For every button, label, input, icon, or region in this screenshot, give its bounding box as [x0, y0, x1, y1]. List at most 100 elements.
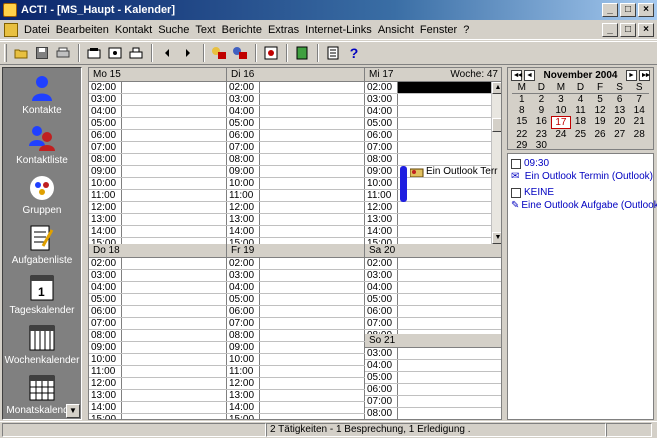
time-slot[interactable]: 12:00	[365, 202, 501, 214]
scroll-down-button[interactable]: ▼	[492, 232, 501, 244]
time-slot[interactable]: 14:00	[227, 402, 365, 414]
day-cell[interactable]: 24	[551, 129, 571, 140]
time-slot[interactable]: 03:00	[89, 94, 227, 106]
time-slot[interactable]: 06:00	[227, 130, 365, 142]
time-slot[interactable]: 11:00	[227, 190, 365, 202]
lookup-icon[interactable]	[230, 43, 250, 63]
slot-cell[interactable]	[122, 178, 227, 189]
day-cell[interactable]: 25	[571, 129, 591, 140]
report-icon[interactable]	[261, 43, 281, 63]
phone-icon[interactable]	[84, 43, 104, 63]
time-slot[interactable]: 10:00	[89, 178, 227, 190]
time-slot[interactable]: 04:00	[365, 360, 501, 372]
time-slot[interactable]: 09:00	[89, 166, 227, 178]
time-slot[interactable]: 04:00	[89, 282, 227, 294]
day-cell[interactable]: 8	[512, 105, 532, 116]
menu-kontakt[interactable]: Kontakt	[112, 24, 155, 36]
slot-cell[interactable]	[398, 202, 501, 213]
slot-cell[interactable]	[398, 142, 501, 153]
activity-row[interactable]: ✎ Eine Outlook Aufgabe (Outlook)	[508, 199, 657, 212]
slot-cell[interactable]	[398, 178, 501, 189]
time-slot[interactable]: 05:00	[89, 118, 227, 130]
slot-cell[interactable]	[260, 306, 365, 317]
time-slot[interactable]: 07:00	[365, 396, 501, 408]
time-slot[interactable]: 08:00	[89, 330, 227, 342]
slot-cell[interactable]	[398, 82, 501, 93]
time-slot[interactable]: 04:00	[89, 106, 227, 118]
time-slot[interactable]: 04:00	[227, 282, 365, 294]
slot-cell[interactable]	[122, 414, 227, 419]
day-cell[interactable]: 5	[590, 94, 610, 105]
activity-time-row[interactable]: 09:30	[508, 157, 653, 170]
slot-cell[interactable]	[260, 402, 365, 413]
time-slot[interactable]: 08:00	[227, 330, 365, 342]
time-slot[interactable]: 12:00	[89, 378, 227, 390]
slot-cell[interactable]	[398, 282, 501, 293]
time-slot[interactable]: 03:00	[227, 94, 365, 106]
slot-cell[interactable]	[260, 130, 365, 141]
print-icon[interactable]	[53, 43, 73, 63]
menu-extras[interactable]: Extras	[265, 24, 302, 36]
slot-cell[interactable]	[122, 106, 227, 117]
slot-cell[interactable]	[260, 258, 365, 269]
slot-cell[interactable]	[122, 354, 227, 365]
day-cell[interactable]: 21	[629, 116, 649, 129]
time-slot[interactable]: 14:00	[365, 226, 501, 238]
doc-minimize-button[interactable]: _	[602, 22, 618, 37]
prev-year-button[interactable]: ◄◄	[511, 69, 523, 81]
time-slot[interactable]: 14:00	[89, 402, 227, 414]
time-slot[interactable]: 06:00	[365, 130, 501, 142]
time-slot[interactable]: 08:00	[365, 408, 501, 419]
notes-icon[interactable]	[323, 43, 343, 63]
slot-cell[interactable]	[398, 106, 501, 117]
day-cell[interactable]: 29	[512, 140, 532, 151]
time-slot[interactable]: 06:00	[227, 306, 365, 318]
help-icon[interactable]: ?	[344, 43, 364, 63]
slot-cell[interactable]	[260, 166, 365, 177]
time-slot[interactable]: 07:00	[89, 318, 227, 330]
slot-cell[interactable]	[122, 82, 227, 93]
time-slot[interactable]: 13:00	[89, 214, 227, 226]
slot-cell[interactable]	[122, 282, 227, 293]
next-month-button[interactable]: ►	[626, 69, 637, 81]
slot-cell[interactable]	[122, 118, 227, 129]
forward-icon[interactable]	[178, 43, 198, 63]
day-cell[interactable]: 6	[610, 94, 630, 105]
slot-cell[interactable]	[122, 378, 227, 389]
doc-restore-button[interactable]: □	[620, 22, 636, 37]
day-cell[interactable]: 18	[571, 116, 591, 129]
slot-cell[interactable]	[122, 142, 227, 153]
time-slot[interactable]: 11:00	[227, 366, 365, 378]
time-slot[interactable]: 03:00	[365, 94, 501, 106]
slot-cell[interactable]	[398, 294, 501, 305]
slot-cell[interactable]	[398, 130, 501, 141]
slot-cell[interactable]	[260, 330, 365, 341]
time-slot[interactable]: 10:00	[227, 178, 365, 190]
day-cell[interactable]: 9	[532, 105, 552, 116]
time-slot[interactable]: 03:00	[89, 270, 227, 282]
time-slot[interactable]: 15:00	[227, 414, 365, 419]
time-slot[interactable]: 05:00	[89, 294, 227, 306]
save-icon[interactable]	[32, 43, 52, 63]
nav-kontakte[interactable]: Kontakte	[3, 74, 81, 116]
slot-cell[interactable]	[260, 106, 365, 117]
nav-wochenkalender[interactable]: Wochenkalender	[3, 324, 81, 366]
slot-cell[interactable]	[260, 366, 365, 377]
scroll-thumb[interactable]	[492, 118, 501, 132]
slot-cell[interactable]	[398, 408, 501, 419]
time-slot[interactable]: 07:00	[89, 142, 227, 154]
time-slot[interactable]: 14:00	[227, 226, 365, 238]
time-slot[interactable]: 05:00	[227, 294, 365, 306]
time-slot[interactable]: 09:00	[227, 166, 365, 178]
time-slot[interactable]: 02:00	[89, 258, 227, 270]
day-cell[interactable]: 22	[512, 129, 532, 140]
slot-cell[interactable]	[398, 270, 501, 281]
day-cell[interactable]: 2	[532, 94, 552, 105]
menu-help[interactable]: ?	[460, 24, 472, 36]
slot-cell[interactable]	[260, 94, 365, 105]
day-cell[interactable]: 26	[590, 129, 610, 140]
time-slot[interactable]: 06:00	[89, 306, 227, 318]
nav-scroll-down-button[interactable]: ▼	[66, 404, 80, 418]
slot-cell[interactable]	[260, 82, 365, 93]
open-icon[interactable]	[11, 43, 31, 63]
